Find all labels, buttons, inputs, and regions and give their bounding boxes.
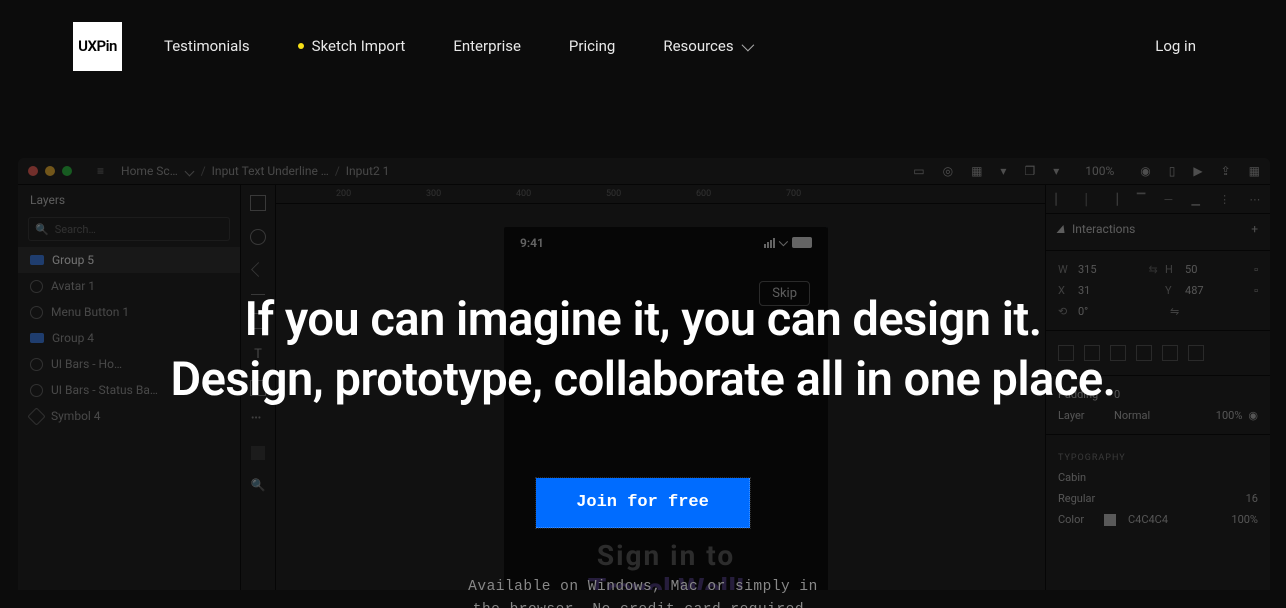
rect-tool-icon xyxy=(250,195,266,211)
breadcrumb-sep: / xyxy=(201,164,206,178)
nav-testimonials[interactable]: Testimonials xyxy=(164,37,250,55)
align-bottom-icon: ▁ xyxy=(1192,193,1200,206)
share-icon: ⇪ xyxy=(1221,164,1231,178)
menu-icon: ≡ xyxy=(97,164,104,178)
align-left-icon: ▏ xyxy=(1056,193,1064,206)
interactions-title: Interactions xyxy=(1072,222,1135,236)
align-right-icon: ▕ xyxy=(1109,193,1117,206)
nav-enterprise[interactable]: Enterprise xyxy=(453,37,521,55)
traffic-light-close-icon xyxy=(28,166,38,176)
signal-icon xyxy=(764,238,775,248)
distribute-icon: ⋮ xyxy=(1219,193,1230,206)
ruler-mark: 300 xyxy=(426,189,441,199)
search-icon: 🔍 xyxy=(35,223,49,236)
link-icon: ⇆ xyxy=(1147,263,1159,276)
cta-join-button[interactable]: Join for free xyxy=(536,478,750,528)
breadcrumb-item: Input2 1 xyxy=(346,164,390,178)
target-icon: ◎ xyxy=(943,164,953,178)
nav-sketch-import[interactable]: Sketch Import xyxy=(298,37,406,55)
layer-row: Group 5 xyxy=(18,247,240,273)
chevron-down-icon: ▾ xyxy=(1000,164,1006,178)
breadcrumb-item: Home Sc… xyxy=(121,164,178,178)
breadcrumb-sep: / xyxy=(335,164,340,178)
h-label: H xyxy=(1165,263,1179,276)
search-placeholder: Search… xyxy=(55,223,96,236)
h-value: 50 xyxy=(1185,263,1248,276)
align-top-icon: ▔ xyxy=(1137,193,1145,206)
traffic-light-max-icon xyxy=(62,166,72,176)
wifi-icon: ⌵ xyxy=(779,235,788,250)
right-panel-iconrow: ▏ │ ▕ ▔ ─ ▁ ⋮ ⋯ xyxy=(1046,185,1270,214)
device-status-icons: ⌵ xyxy=(764,235,812,250)
distribute-icon: ⋯ xyxy=(1249,193,1260,206)
ruler-mark: 200 xyxy=(336,189,351,199)
lock-icon: ▫ xyxy=(1254,263,1258,276)
chevron-down-icon: ▾ xyxy=(1053,164,1059,178)
layers-title: Layers xyxy=(18,185,240,215)
traffic-light-min-icon xyxy=(45,166,55,176)
layers-search: 🔍 Search… xyxy=(28,217,230,241)
align-center-icon: │ xyxy=(1083,193,1090,206)
nav-label: Enterprise xyxy=(453,37,521,55)
device-time: 9:41 xyxy=(520,236,544,250)
editor-titlebar: ≡ Home Sc… / Input Text Underline … / In… xyxy=(18,158,1270,185)
device-statusbar: 9:41 ⌵ xyxy=(504,227,828,250)
w-value: 315 xyxy=(1078,263,1141,276)
battery-icon xyxy=(792,237,812,248)
nav-label: Resources xyxy=(663,37,733,55)
zoom-value: 100% xyxy=(1085,164,1114,178)
breadcrumbs: Home Sc… / Input Text Underline … / Inpu… xyxy=(121,164,389,178)
chevron-down-icon xyxy=(184,166,194,176)
grid-icon: ▦ xyxy=(1249,164,1260,178)
bolt-icon xyxy=(1057,225,1068,233)
breadcrumb-item: Input Text Underline … xyxy=(212,164,329,178)
highlight-dot-icon xyxy=(298,43,304,49)
w-label: W xyxy=(1058,263,1072,276)
ruler-top: 200 300 400 500 600 700 xyxy=(276,185,1045,204)
ruler-mark: 400 xyxy=(516,189,531,199)
nav-label: Sketch Import xyxy=(312,37,406,55)
plus-icon: + xyxy=(1251,222,1258,236)
copy-icon: ❐ xyxy=(1024,164,1035,178)
nav-menu: Testimonials Sketch Import Enterprise Pr… xyxy=(164,37,751,55)
hero-heading: If you can imagine it, you can design it… xyxy=(0,290,1286,410)
play-icon: ▶ xyxy=(1193,164,1202,178)
hero-subtext: Available on Windows, Mac or simply in t… xyxy=(0,576,1286,608)
hero-line1: If you can imagine it, you can design it… xyxy=(244,292,1041,347)
chevron-down-icon xyxy=(741,38,754,51)
logo[interactable]: UXPin xyxy=(73,22,122,71)
layer-name: Group 5 xyxy=(52,253,94,267)
device-icon: ▯ xyxy=(1169,164,1176,178)
ruler-mark: 700 xyxy=(786,189,801,199)
top-nav: UXPin Testimonials Sketch Import Enterpr… xyxy=(0,0,1286,92)
arrow-tool-icon xyxy=(251,262,266,277)
interactions-section: Interactions + xyxy=(1046,214,1270,251)
layout-icon: ▦ xyxy=(971,164,982,178)
hero-line2: Design, prototype, collaborate all in on… xyxy=(171,352,1116,407)
nav-label: Pricing xyxy=(569,37,615,55)
ellipse-tool-icon xyxy=(250,229,266,245)
nav-resources[interactable]: Resources xyxy=(663,37,750,55)
nav-pricing[interactable]: Pricing xyxy=(569,37,615,55)
hero: If you can imagine it, you can design it… xyxy=(0,290,1286,608)
folder-icon xyxy=(30,255,44,265)
accessibility-icon: ◉ xyxy=(1140,164,1150,178)
editor-toolbar-right: ▭ ◎ ▦ ▾ ❐ ▾ 100% ◉ ▯ ▶ ⇪ ▦ xyxy=(913,164,1260,178)
login-link[interactable]: Log in xyxy=(1155,37,1196,55)
align-middle-icon: ─ xyxy=(1165,193,1173,206)
ruler-mark: 500 xyxy=(606,189,621,199)
nav-label: Testimonials xyxy=(164,37,250,55)
hero-sub-line1: Available on Windows, Mac or simply in xyxy=(468,579,818,595)
ruler-mark: 600 xyxy=(696,189,711,199)
folder-icon: ▭ xyxy=(913,164,924,178)
hero-sub-line2: the browser. No credit card required. xyxy=(473,602,813,608)
